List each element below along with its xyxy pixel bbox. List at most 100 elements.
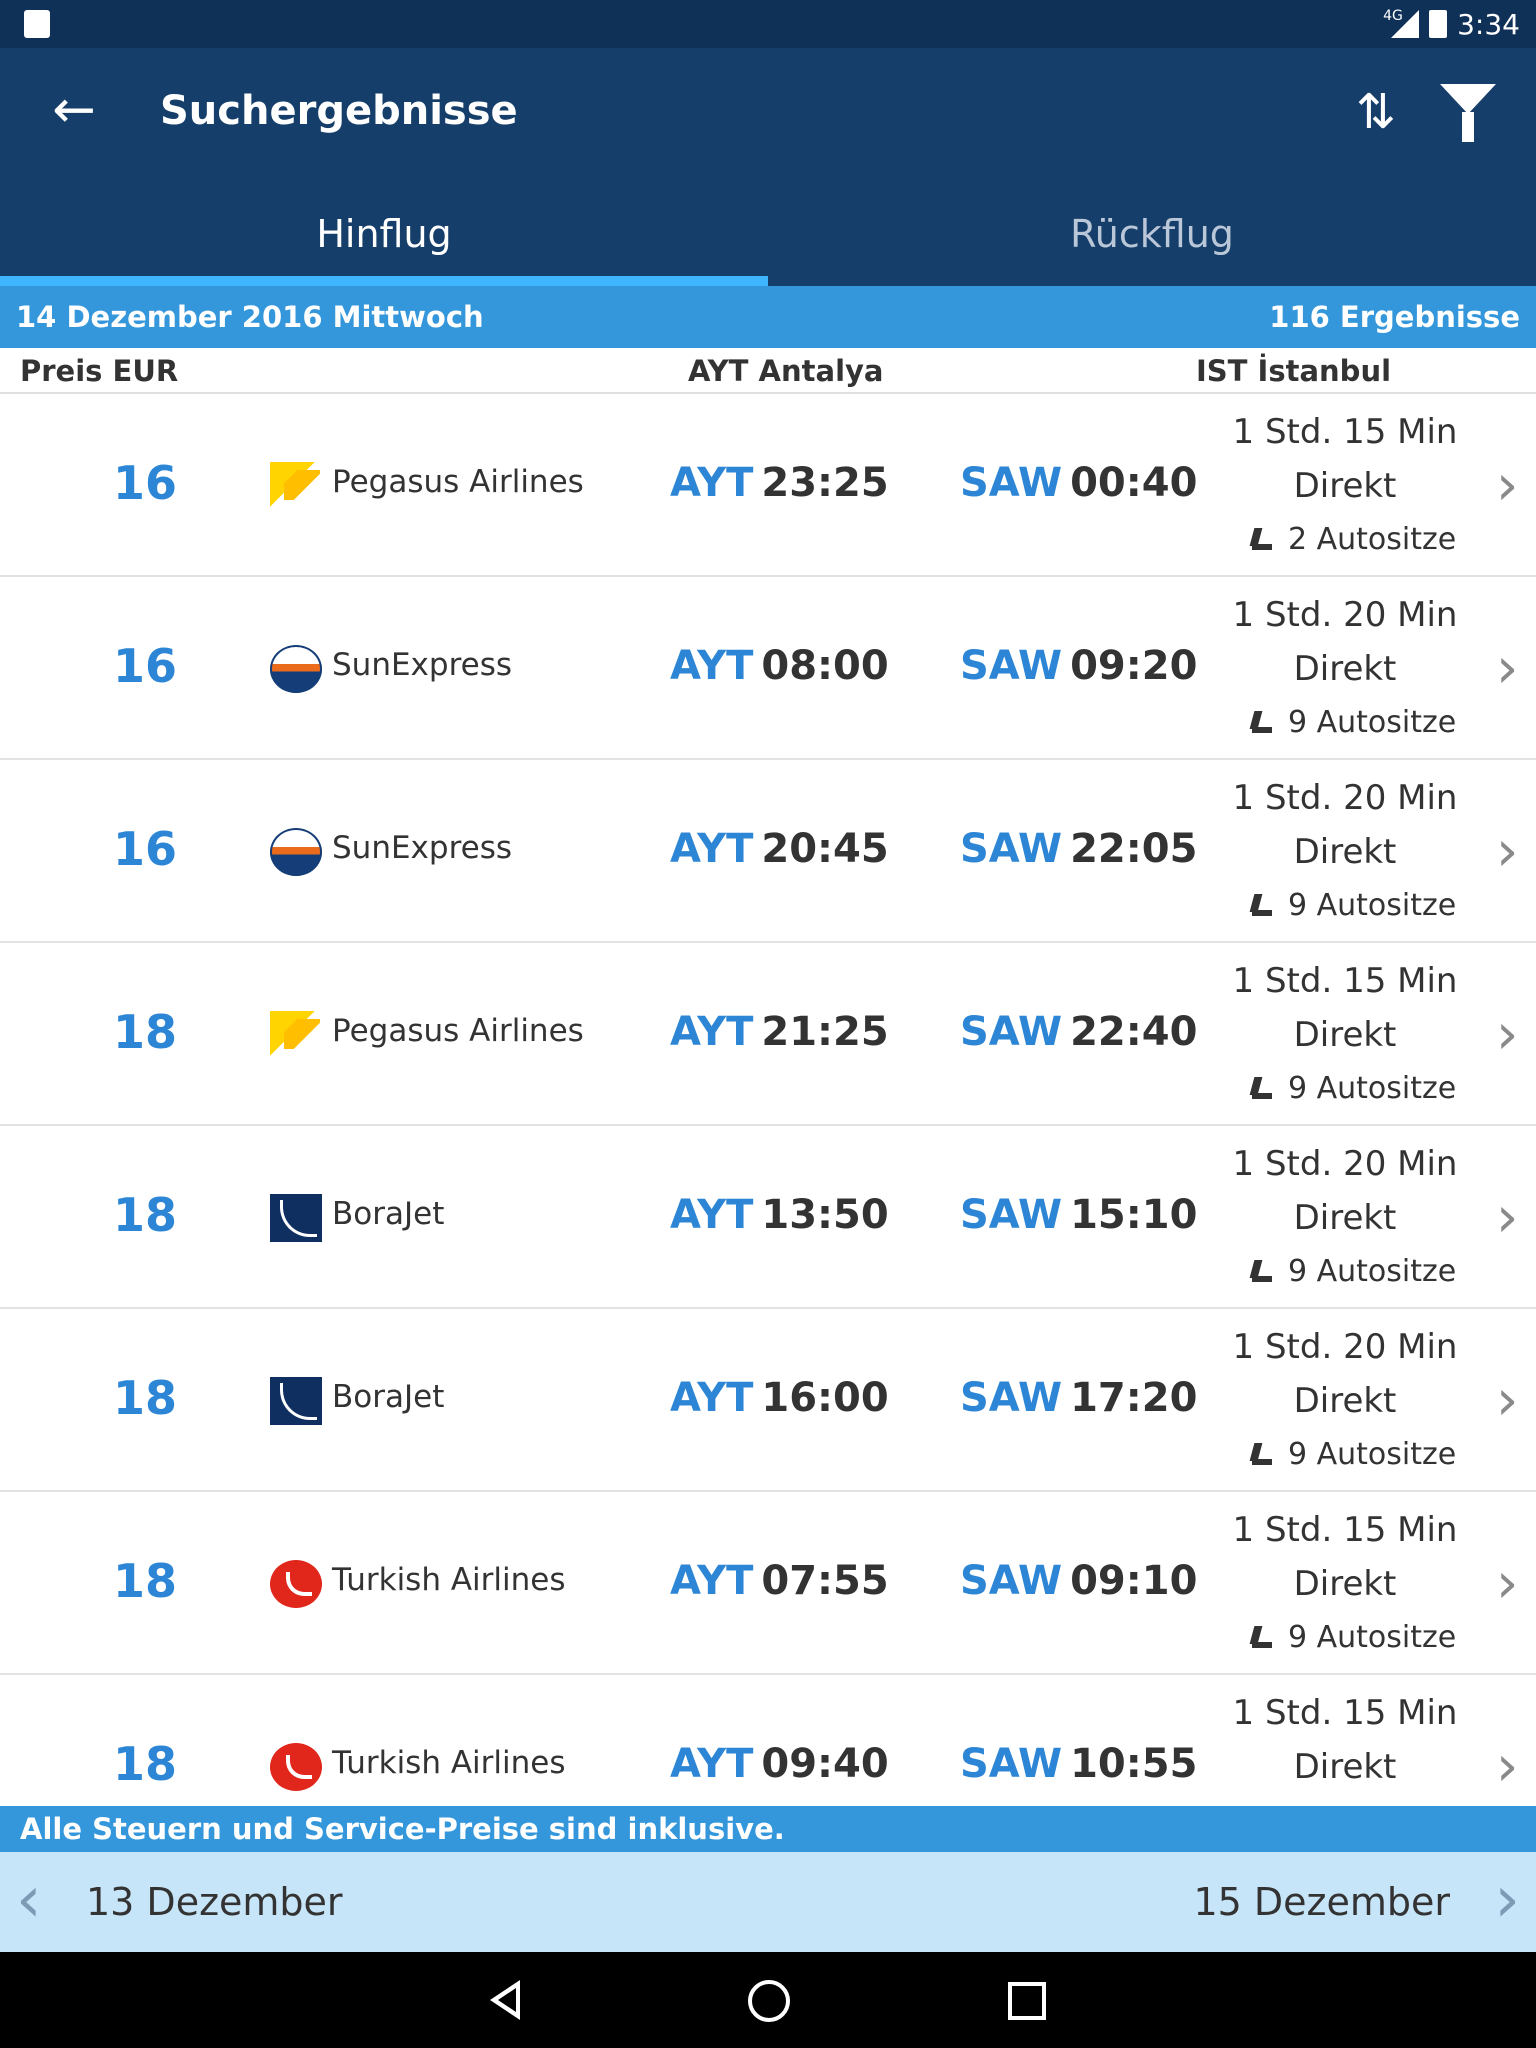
arrival-code: SAW (960, 1192, 1063, 1238)
status-bar: 4G 3:34 (0, 0, 1536, 48)
arrow-left-icon: ← (52, 80, 96, 140)
status-icons: 4G 3:34 (1383, 6, 1520, 42)
arrival-code: SAW (960, 826, 1063, 872)
airline-name: SunExpress (332, 647, 513, 683)
previous-date-button[interactable]: 13 Dezember (86, 1880, 343, 1924)
departure-code: AYT (670, 1192, 754, 1238)
arrival-time: 22:05 (1070, 826, 1198, 872)
chevron-right-icon[interactable]: › (1480, 1868, 1520, 1932)
next-date-button[interactable]: 15 Dezember (1193, 1880, 1450, 1924)
flight-row[interactable]: 18 BoraJet AYT 13:50 SAW 15:10 1 Std. 20 M… (0, 1126, 1536, 1309)
pegasus-logo-icon (270, 462, 322, 510)
departure-time: 20:45 (761, 826, 889, 872)
flight-stops: Direkt (1293, 832, 1397, 872)
tab-hinflug[interactable]: Hinflug (0, 176, 768, 286)
back-button[interactable]: ← (44, 80, 104, 140)
arrival-time: 09:20 (1070, 643, 1198, 689)
signal-icon: 4G (1383, 8, 1420, 38)
flight-duration: 1 Std. 15 Min (1232, 961, 1458, 1001)
seats-available: 9 Autositze (1248, 1071, 1456, 1106)
date-bar: 14 Dezember 2016 Mittwoch 116 Ergebnisse (0, 286, 1536, 348)
airline-name: BoraJet (332, 1379, 445, 1415)
battery-icon (1429, 10, 1448, 38)
arrival-code: SAW (960, 460, 1063, 506)
seats-available: 9 Autositze (1248, 705, 1456, 740)
seats-available: 2 Autositze (1248, 522, 1456, 557)
taxes-text: Alle Steuern und Service-Preise sind ink… (20, 1812, 785, 1846)
column-header: Preis EUR AYT Antalya IST İstanbul (0, 348, 1536, 394)
flight-row[interactable]: 16 SunExpress AYT 20:45 SAW 22:05 1 Std. 2… (0, 760, 1536, 943)
departure-time: 08:00 (761, 643, 889, 689)
seats-label: 9 Autositze (1288, 1071, 1457, 1106)
seats-available: 9 Autositze (1248, 1254, 1456, 1289)
taxes-note: Alle Steuern und Service-Preise sind ink… (0, 1806, 1536, 1852)
departure-code: AYT (670, 1009, 754, 1055)
departure: AYT 16:00 (670, 1375, 889, 1421)
arrival-time: 17:20 (1070, 1375, 1198, 1421)
chevron-right-icon[interactable]: › (1496, 822, 1530, 882)
arrival: SAW 22:40 (960, 1009, 1197, 1055)
flight-row[interactable]: 16 Pegasus Airlines AYT 23:25 SAW 00:40 1 … (0, 394, 1536, 577)
chevron-right-icon[interactable]: › (1496, 1188, 1530, 1248)
airline-name: Turkish Airlines (332, 1562, 566, 1598)
departure-code: AYT (670, 643, 754, 689)
seats-label: 9 Autositze (1288, 1620, 1457, 1655)
sunexpress-logo-icon (270, 645, 322, 693)
arrival-time: 15:10 (1070, 1192, 1198, 1238)
flight-row[interactable]: 18 Turkish Airlines AYT 07:55 SAW 09:10 1 … (0, 1492, 1536, 1675)
arrival-time: 00:40 (1070, 460, 1198, 506)
arrival-code: SAW (960, 1558, 1063, 1604)
filter-button[interactable] (1440, 84, 1496, 144)
arrival: SAW 22:05 (960, 826, 1197, 872)
chevron-right-icon[interactable]: › (1496, 456, 1530, 516)
flight-duration: 1 Std. 15 Min (1232, 1693, 1458, 1733)
seats-label: 9 Autositze (1288, 705, 1457, 740)
flight-price: 16 (112, 639, 177, 693)
seats-label: 2 Autositze (1288, 522, 1457, 557)
flight-row[interactable]: 18 Pegasus Airlines AYT 21:25 SAW 22:40 1 … (0, 943, 1536, 1126)
arrival: SAW 17:20 (960, 1375, 1197, 1421)
arrival-time: 10:55 (1070, 1741, 1198, 1787)
departure: AYT 20:45 (670, 826, 889, 872)
flight-row[interactable]: 18 Turkish Airlines AYT 09:40 SAW 10:55 1 … (0, 1675, 1536, 1806)
flight-price: 18 (112, 1371, 177, 1425)
departure-code: AYT (670, 1375, 754, 1421)
flight-row[interactable]: 18 BoraJet AYT 16:00 SAW 17:20 1 Std. 20 M… (0, 1309, 1536, 1492)
nav-recents-icon[interactable] (1008, 1982, 1046, 2020)
chevron-right-icon[interactable]: › (1496, 1005, 1530, 1065)
chevron-left-icon[interactable]: ‹ (16, 1868, 56, 1932)
flight-duration: 1 Std. 20 Min (1232, 778, 1458, 818)
airline-name: SunExpress (332, 830, 513, 866)
departure-code: AYT (670, 460, 754, 506)
flight-row[interactable]: 16 SunExpress AYT 08:00 SAW 09:20 1 Std. 2… (0, 577, 1536, 760)
nav-back-icon[interactable] (490, 1980, 530, 2020)
flight-stops: Direkt (1293, 466, 1397, 506)
arrival-code: SAW (960, 1375, 1063, 1421)
arrival: SAW 09:20 (960, 643, 1197, 689)
arrival: SAW 10:55 (960, 1741, 1197, 1787)
sort-button[interactable]: ⇅ (1346, 82, 1406, 142)
flight-stops: Direkt (1293, 1198, 1397, 1238)
sd-card-icon (24, 10, 50, 38)
chevron-right-icon[interactable]: › (1496, 1554, 1530, 1614)
pegasus-logo-icon (270, 1011, 322, 1059)
departure-time: 16:00 (761, 1375, 889, 1421)
flight-list[interactable]: 16 Pegasus Airlines AYT 23:25 SAW 00:40 1 … (0, 394, 1536, 1806)
chevron-right-icon[interactable]: › (1496, 1737, 1530, 1797)
sunexpress-logo-icon (270, 828, 322, 876)
tab-indicator (0, 276, 768, 286)
arrival-time: 22:40 (1070, 1009, 1198, 1055)
app-bar: ← Suchergebnisse ⇅ (0, 48, 1536, 176)
column-origin: AYT Antalya (688, 354, 884, 388)
tab-rueckflug[interactable]: Rückflug (768, 176, 1536, 286)
chevron-right-icon[interactable]: › (1496, 1371, 1530, 1431)
arrival-code: SAW (960, 643, 1063, 689)
departure-time: 21:25 (761, 1009, 889, 1055)
arrival: SAW 15:10 (960, 1192, 1197, 1238)
chevron-right-icon[interactable]: › (1496, 639, 1530, 699)
sort-icon: ⇅ (1355, 84, 1397, 140)
clock: 3:34 (1457, 7, 1520, 41)
departure-code: AYT (670, 1558, 754, 1604)
results-count: 116 Ergebnisse (1269, 300, 1520, 334)
nav-home-icon[interactable] (748, 1980, 790, 2022)
